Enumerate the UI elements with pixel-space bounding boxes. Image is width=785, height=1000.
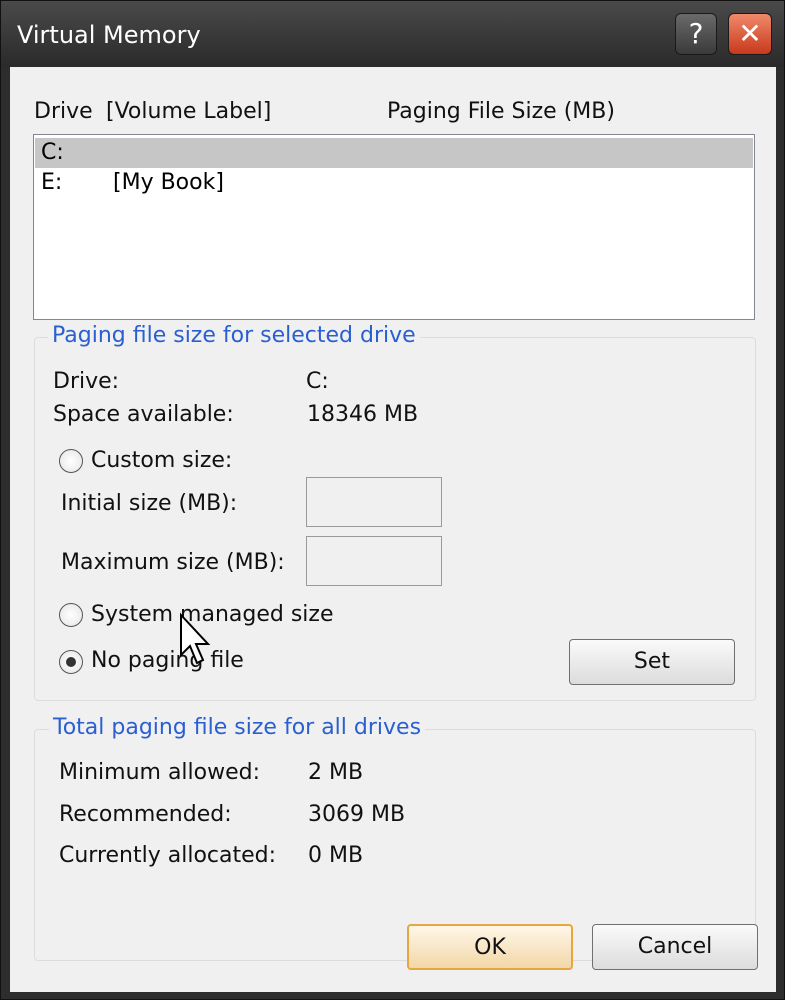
cancel-button[interactable]: Cancel	[592, 924, 758, 970]
minimum-allowed-label: Minimum allowed:	[59, 760, 261, 785]
maximum-size-input[interactable]	[306, 536, 442, 586]
initial-size-input[interactable]	[306, 477, 442, 527]
selected-drive-group-title: Paging file size for selected drive	[48, 323, 420, 348]
dialog-body: Drive [Volume Label] Paging File Size (M…	[10, 67, 776, 992]
ok-button[interactable]: OK	[407, 924, 573, 970]
help-icon: ?	[688, 17, 704, 50]
no-paging-file-radio[interactable]	[59, 650, 83, 674]
drive-row-e[interactable]: E: [My Book]	[35, 168, 753, 198]
initial-size-label: Initial size (MB):	[61, 491, 238, 516]
no-paging-file-label[interactable]: No paging file	[91, 648, 244, 673]
custom-size-label[interactable]: Custom size:	[91, 448, 232, 473]
close-icon: ✕	[738, 17, 762, 50]
recommended-value: 3069 MB	[308, 802, 406, 827]
drive-list[interactable]: C: E: [My Book]	[33, 134, 755, 320]
currently-allocated-value: 0 MB	[308, 843, 364, 868]
drive-letter: E:	[41, 170, 63, 195]
maximum-size-label: Maximum size (MB):	[61, 550, 285, 575]
custom-size-radio[interactable]	[59, 449, 83, 473]
drive-row-c[interactable]: C:	[35, 138, 753, 168]
close-button[interactable]: ✕	[728, 13, 772, 55]
virtual-memory-dialog: Virtual Memory ? ✕ Drive [Volume Label] …	[0, 0, 785, 1000]
column-header-paging-size: Paging File Size (MB)	[387, 99, 615, 124]
totals-group-title: Total paging file size for all drives	[49, 715, 426, 740]
recommended-label: Recommended:	[59, 802, 232, 827]
space-available-value: 18346 MB	[307, 402, 419, 427]
window-title: Virtual Memory	[17, 21, 201, 49]
mouse-cursor-icon	[180, 612, 211, 665]
help-button[interactable]: ?	[675, 13, 717, 55]
column-header-volume-label: [Volume Label]	[106, 99, 272, 124]
drive-volume-label: [My Book]	[113, 170, 224, 195]
currently-allocated-label: Currently allocated:	[59, 843, 277, 868]
set-button[interactable]: Set	[569, 639, 735, 685]
space-available-label: Space available:	[53, 402, 234, 427]
drive-label: Drive:	[53, 369, 120, 394]
drive-value: C:	[306, 369, 329, 394]
system-managed-radio[interactable]	[59, 603, 83, 627]
drive-letter: C:	[41, 140, 64, 165]
title-bar[interactable]: Virtual Memory ? ✕	[1, 1, 784, 67]
minimum-allowed-value: 2 MB	[308, 760, 364, 785]
column-header-drive: Drive	[34, 99, 93, 124]
